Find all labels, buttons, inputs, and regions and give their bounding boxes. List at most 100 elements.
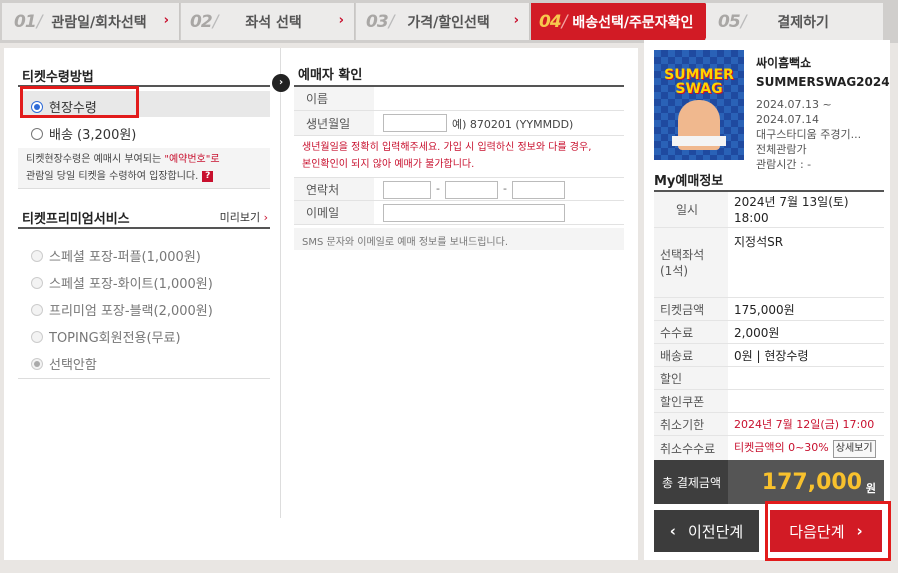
birth-warning: 생년월일을 정확히 입력해주세요. 가입 시 입력하신 정보와 다를 경우, 본…: [302, 139, 591, 173]
phone-input-1[interactable]: [383, 181, 431, 199]
birth-input[interactable]: [383, 114, 447, 132]
info-value: 지정석SR: [734, 235, 784, 249]
info-key: 선택좌석 (1석): [654, 228, 728, 297]
info-key: 할인쿠폰: [654, 390, 728, 412]
notice-accent: "예약번호": [164, 154, 211, 165]
premium-option-black: 프리미엄 포장-블랙(2,000원): [31, 300, 213, 319]
preview-link[interactable]: 미리보기 ›: [220, 209, 268, 225]
step-3-label: 가격/할인선택: [407, 14, 490, 31]
phone-input-2[interactable]: [445, 181, 498, 199]
warn-line-1: 생년월일을 정확히 입력해주세요. 가입 시 입력하신 정보와 다를 경우,: [302, 142, 592, 153]
info-value: 2,000원: [734, 326, 780, 340]
radio-purple: [31, 249, 43, 262]
premium-title: 티켓프리미엄서비스: [22, 212, 130, 227]
info-value: 0원 | 현장수령: [734, 349, 809, 363]
detail-button[interactable]: 상세보기: [832, 440, 876, 458]
step-arrow-icon: ›: [163, 13, 169, 28]
prev-step-button[interactable]: ‹ 이전단계: [654, 510, 759, 552]
email-input[interactable]: [383, 204, 565, 222]
phone-label: 연락처: [294, 178, 374, 200]
pickup-column: 티켓수령방법 현장수령 배송 (3,200원) 티켓현장수령은 예매시 부여되는…: [4, 48, 270, 518]
pickup-option-delivery-label: 배송 (3,200원): [49, 128, 137, 143]
radio-toping: [31, 330, 43, 343]
radio-delivery[interactable]: [31, 127, 43, 140]
help-icon[interactable]: ?: [202, 170, 214, 182]
info-row-cancel-deadline: 취소기한 2024년 7월 12일(금) 17:00: [654, 413, 884, 436]
info-key: 티켓금액: [654, 298, 728, 320]
highlight-box: [20, 86, 139, 118]
event-title: 싸이흠뻑쇼 SUMMERSWAG2024: [756, 54, 890, 92]
premium-option-label: 프리미엄 포장-블랙(2,000원): [49, 304, 213, 319]
radio-white: [31, 276, 43, 289]
info-row-ticket-price: 티켓금액 175,000원: [654, 298, 884, 321]
step-arrow-icon: ›: [338, 13, 344, 28]
info-key: 취소수수료: [654, 436, 728, 460]
event-venue: 대구스타디움 주경기...: [756, 128, 862, 141]
panel-toggle-icon[interactable]: ›: [272, 74, 290, 92]
pickup-notice: 티켓현장수령은 예매시 부여되는 "예약번호"로 관람일 당일 티켓을 수령하여…: [18, 148, 270, 188]
chevron-left-icon: ‹: [669, 522, 676, 540]
info-row-fee: 수수료 2,000원: [654, 321, 884, 344]
premium-option-label: 선택안함: [49, 358, 97, 373]
email-row: 이메일: [294, 201, 624, 225]
step-4-number: 04: [539, 12, 566, 32]
step-2-label: 좌석 선택: [245, 14, 302, 31]
info-value: 175,000원: [734, 303, 795, 317]
info-value: 2024년 7월 12일(금) 17:00: [734, 418, 875, 431]
total-value: 177,000: [761, 470, 862, 495]
pickup-option-delivery[interactable]: 배송 (3,200원): [31, 124, 136, 143]
info-key: 배송료: [654, 344, 728, 366]
pickup-title: 티켓수령방법: [22, 70, 94, 85]
info-row-shipping: 배송료 0원 | 현장수령: [654, 344, 884, 367]
notice-text: 티켓현장수령은 예매시 부여되는: [26, 154, 165, 165]
premium-option-white: 스페셜 포장-화이트(1,000원): [31, 273, 213, 292]
info-value: 티켓금액의 0~30% 상세보기: [734, 440, 876, 458]
info-row-discount: 할인: [654, 367, 884, 390]
order-form-panel: 티켓수령방법 현장수령 배송 (3,200원) 티켓현장수령은 예매시 부여되는…: [4, 48, 638, 560]
total-label: 총 결제금액: [654, 460, 728, 504]
birth-label: 생년월일: [294, 111, 374, 135]
step-1-number: 01: [14, 12, 41, 32]
info-key: 일시: [654, 192, 728, 227]
notice-accent-tail: 로: [210, 154, 220, 165]
event-date-to: 2024.07.14: [756, 113, 819, 126]
birth-hint: 예) 870201 (YYMMDD): [452, 118, 574, 131]
premium-option-toping: TOPING회원전용(무료): [31, 327, 181, 346]
info-value: 2024년 7월 13일(토) 18:00: [734, 195, 849, 225]
info-row-cancel-fee: 취소수수료 티켓금액의 0~30% 상세보기: [654, 436, 884, 460]
step-4: 04 배송선택/주문자확인: [531, 3, 723, 40]
step-1-label: 관람일/회차선택: [51, 14, 147, 31]
step-5-number: 05: [718, 12, 745, 32]
email-label: 이메일: [294, 201, 374, 224]
highlight-box: [765, 501, 891, 561]
step-1[interactable]: 01 관람일/회차선택 ›: [2, 3, 180, 40]
total-unit: 원: [865, 482, 876, 495]
premium-option-label: 스페셜 포장-퍼플(1,000원): [49, 250, 201, 265]
step-3-number: 03: [366, 12, 393, 32]
total-amount: 총 결제금액 177,000 원: [654, 460, 884, 504]
phone-dash: -: [503, 182, 507, 195]
radio-none: [31, 357, 43, 370]
column-divider: [280, 48, 281, 518]
birth-row: 생년월일 예) 870201 (YYMMDD): [294, 111, 624, 136]
phone-input-3[interactable]: [512, 181, 565, 199]
phone-row: 연락처 - -: [294, 177, 624, 201]
info-row-seat: 선택좌석 (1석) 지정석SR: [654, 228, 884, 298]
divider: [18, 188, 270, 189]
step-3[interactable]: 03 가격/할인선택 ›: [356, 3, 530, 40]
step-2[interactable]: 02 좌석 선택 ›: [181, 3, 355, 40]
event-title-line2: SUMMERSWAG2024: [756, 75, 890, 89]
info-key: 취소기한: [654, 413, 728, 435]
step-5: 05 결제하기: [706, 3, 883, 40]
myinfo-title: My예매정보: [654, 174, 724, 189]
premium-option-label: TOPING회원전용(무료): [49, 331, 181, 346]
premium-option-label: 스페셜 포장-화이트(1,000원): [49, 277, 213, 292]
premium-option-purple: 스페셜 포장-퍼플(1,000원): [31, 246, 201, 265]
preview-arrow-icon: ›: [263, 211, 268, 224]
info-key: 할인: [654, 367, 728, 389]
name-row: 이름: [294, 87, 624, 111]
event-poster: SUMMER SWAG: [654, 50, 744, 160]
event-date-from: 2024.07.13 ~: [756, 98, 832, 111]
event-title-line1: 싸이흠뻑쇼: [756, 56, 812, 70]
info-row-datetime: 일시 2024년 7월 13일(토) 18:00: [654, 192, 884, 228]
